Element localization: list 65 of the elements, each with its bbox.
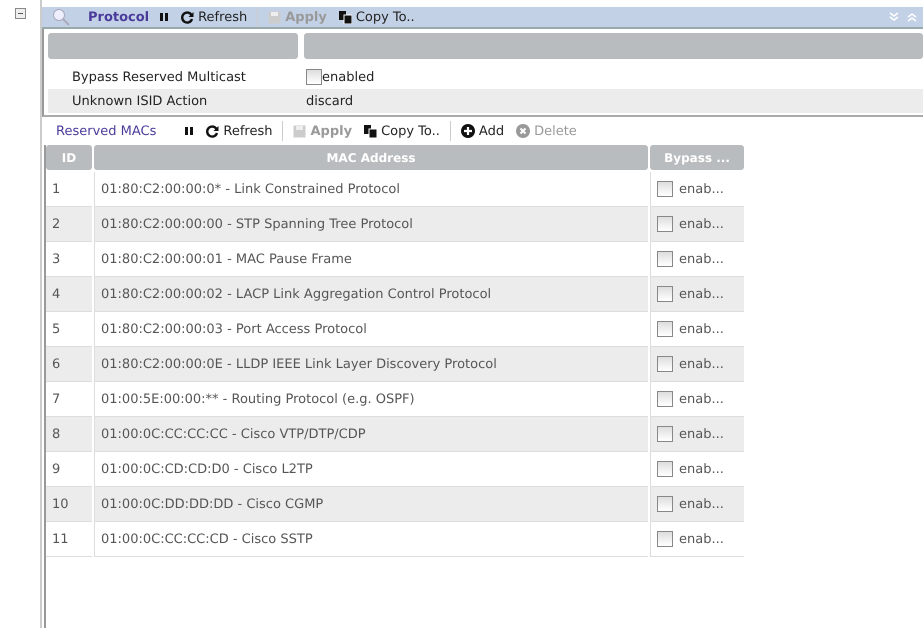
table-cell: 8 — [46, 417, 92, 452]
table-cell: 01:80:C2:00:00:0E - LLDP IEEE Link Layer Discovery Protocol — [94, 347, 648, 382]
column-header[interactable]: Bypass ... — [650, 145, 744, 170]
table-cell: 01:80:C2:00:00:0* - Link Constrained Protocol — [94, 172, 648, 208]
column-header[interactable]: ID — [46, 145, 92, 170]
checkbox-label: enab... — [679, 252, 724, 267]
table-cell: 01:00:0C:CC:CC:CC - Cisco VTP/DTP/CDP — [94, 417, 648, 452]
table-cell: 01:00:0C:CD:CD:D0 - Cisco L2TP — [94, 452, 648, 488]
copy-icon — [338, 10, 352, 24]
table-cell: 4 — [46, 277, 92, 312]
checkbox[interactable] — [657, 321, 673, 338]
table-cell: 6 — [46, 347, 92, 382]
delete-icon — [516, 124, 530, 138]
table-cell: 01:00:0C:CC:CC:CD - Cisco SSTP — [94, 522, 648, 558]
column-header[interactable]: MAC Address — [94, 145, 648, 170]
table-cell: 10 — [46, 487, 92, 522]
checkbox[interactable] — [657, 286, 673, 302]
checkbox-label: enab... — [679, 462, 724, 477]
checkbox[interactable] — [657, 531, 673, 548]
property-value: discard — [306, 94, 354, 109]
zoom-icon[interactable] — [52, 8, 70, 26]
table-cell: 01:00:0C:DD:DD:DD - Cisco CGMP — [94, 487, 648, 522]
checkbox[interactable] — [657, 251, 673, 268]
checkbox[interactable] — [657, 356, 673, 372]
pause-icon — [184, 126, 194, 136]
property-label: Unknown ISID Action — [72, 94, 208, 109]
checkbox-label: enab... — [679, 322, 724, 337]
copy-button[interactable]: Copy To.. — [336, 10, 417, 25]
checkbox-label: enab... — [679, 426, 724, 442]
checkbox-label: enab... — [679, 496, 724, 512]
pause-icon — [159, 12, 170, 22]
table-cell: 01:00:5E:00:00:** - Routing Protocol (e.g. OSPF) — [94, 382, 648, 418]
checkbox-label: enab... — [679, 532, 724, 547]
checkbox[interactable] — [657, 426, 673, 442]
refresh-icon — [181, 10, 194, 24]
add-button[interactable]: Add — [458, 124, 506, 139]
refresh-button[interactable]: Refresh — [204, 124, 274, 139]
floppy-icon — [293, 124, 306, 138]
refresh-button[interactable]: Refresh — [179, 10, 250, 25]
checkbox[interactable] — [657, 181, 673, 198]
checkbox-label: enab... — [679, 286, 724, 302]
checkbox[interactable] — [657, 391, 673, 408]
table-cell: 01:80:C2:00:00:01 - MAC Pause Frame — [94, 242, 648, 278]
copy-icon — [364, 124, 378, 138]
checkbox-label: enab... — [679, 182, 724, 197]
checkbox[interactable] — [306, 69, 322, 86]
section-title: Reserved MACs — [56, 124, 156, 139]
property-value: enabled — [322, 70, 374, 85]
add-icon — [460, 124, 475, 138]
checkbox-label: enab... — [679, 392, 724, 407]
panel-title: Protocol — [88, 10, 150, 25]
table-cell: 2 — [46, 207, 92, 242]
checkbox[interactable] — [657, 216, 673, 232]
table-cell: 01:80:C2:00:00:00 - STP Spanning Tree Protocol — [94, 207, 648, 242]
copy-button[interactable]: Copy To.. — [362, 124, 442, 139]
checkbox[interactable] — [657, 496, 673, 512]
floppy-icon — [268, 10, 282, 24]
refresh-icon — [206, 124, 220, 138]
collapse-icon[interactable] — [14, 8, 26, 19]
property-label: Bypass Reserved Multicast — [72, 70, 247, 85]
checkbox-label: enab... — [679, 356, 724, 372]
table-cell: 01:80:C2:00:00:02 - LACP Link Aggregation Control Protocol — [94, 277, 648, 312]
checkbox-label: enab... — [679, 216, 724, 232]
checkbox[interactable] — [657, 461, 673, 478]
table-cell: 01:80:C2:00:00:03 - Port Access Protocol — [94, 312, 648, 348]
